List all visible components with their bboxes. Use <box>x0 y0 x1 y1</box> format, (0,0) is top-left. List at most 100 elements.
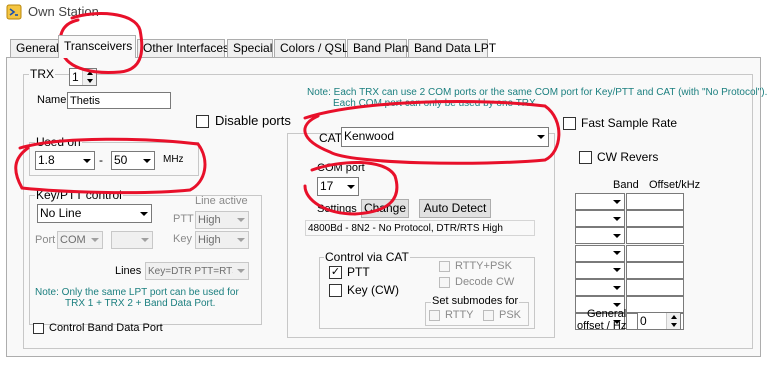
offset-row-input[interactable] <box>626 193 684 210</box>
band-row-select[interactable] <box>575 193 625 210</box>
spin-down-icon[interactable] <box>667 321 680 329</box>
key-cw-via-cat-checkbox[interactable] <box>329 284 342 297</box>
title-bar: Own Station <box>0 0 773 24</box>
key-level-value: High <box>198 234 221 246</box>
chevron-down-icon[interactable] <box>609 280 624 295</box>
chevron-down-icon[interactable] <box>136 205 151 222</box>
ptt-via-cat-label: PTT <box>347 265 370 279</box>
rtty-submode-label: RTTY <box>445 309 474 321</box>
tab-colors-qsl[interactable]: Colors / QSL <box>274 39 349 57</box>
offset-row-input[interactable] <box>626 210 684 228</box>
chevron-down-icon[interactable] <box>609 211 624 227</box>
general-offset-value: 0 <box>640 314 647 328</box>
general-offset-label-line2: offset / Hz <box>577 320 627 332</box>
cw-revers-checkbox[interactable] <box>579 151 592 164</box>
port-type-value: COM <box>60 234 86 246</box>
chevron-down-icon[interactable] <box>233 212 248 228</box>
trx-number-value: 1 <box>72 70 79 84</box>
trx-name-input[interactable]: Thetis <box>67 92 171 109</box>
trx-spinner-buttons[interactable] <box>82 69 96 85</box>
rtty-submode-checkbox[interactable] <box>429 310 440 321</box>
tab-band-data-lpt[interactable]: Band Data LPT <box>408 39 496 57</box>
general-offset-spinner-buttons[interactable] <box>666 313 680 329</box>
offset-row-input[interactable] <box>626 296 684 314</box>
band-row-select[interactable] <box>575 261 625 279</box>
used-on-to-value: 50 <box>114 153 128 167</box>
key-ptt-mode-select[interactable]: No Line <box>37 204 152 223</box>
lpt-note-line2: TRX 1 + TRX 2 + Band Data Port. <box>65 298 216 309</box>
offset-row-input[interactable] <box>626 261 684 279</box>
disable-ports-label: Disable ports <box>215 113 291 128</box>
key-ptt-mode-value: No Line <box>40 206 82 220</box>
chevron-down-icon[interactable] <box>137 232 152 248</box>
psk-submode-label: PSK <box>499 309 522 321</box>
chevron-down-icon[interactable] <box>79 152 94 169</box>
control-band-data-port-label: Control Band Data Port <box>49 322 163 334</box>
cat-protocol-select[interactable]: Kenwood <box>341 127 549 147</box>
chevron-down-icon[interactable] <box>533 128 548 146</box>
port-type-select[interactable]: COM <box>57 231 103 249</box>
line-active-label: Line active <box>195 195 248 207</box>
band-row-select[interactable] <box>575 244 625 262</box>
offset-row-input[interactable] <box>626 279 684 296</box>
used-on-unit: MHz <box>163 154 184 165</box>
disable-ports-checkbox[interactable] <box>196 115 209 128</box>
com-port-select[interactable]: 17 <box>317 177 359 196</box>
psk-submode-checkbox[interactable] <box>483 310 494 321</box>
rtty-psk-label: RTTY+PSK <box>455 260 512 272</box>
com-port-value: 17 <box>320 179 334 193</box>
spin-up-icon[interactable] <box>667 313 680 321</box>
port-label: Port <box>35 234 56 246</box>
chevron-down-icon[interactable] <box>233 263 248 279</box>
ptt-level-value: High <box>198 214 221 226</box>
chevron-down-icon[interactable] <box>609 228 624 244</box>
offset-row-input[interactable] <box>626 227 684 245</box>
tab-transceivers[interactable]: Transceivers <box>58 35 136 58</box>
lines-value: Key=DTR PTT=RTS <box>148 266 239 277</box>
change-settings-button[interactable]: Change <box>361 199 409 218</box>
lines-select[interactable]: Key=DTR PTT=RTS <box>145 262 249 280</box>
key-ptt-label: Key/PTT control <box>35 188 123 202</box>
ptt-level-label: PTT <box>173 213 194 225</box>
band-row-select[interactable] <box>575 227 625 245</box>
chevron-down-icon[interactable] <box>87 232 102 248</box>
spin-up-icon[interactable] <box>83 69 96 77</box>
decode-cw-label: Decode CW <box>455 276 515 288</box>
chevron-down-icon[interactable] <box>609 262 624 278</box>
auto-detect-button[interactable]: Auto Detect <box>419 199 491 218</box>
chevron-down-icon[interactable] <box>139 152 154 169</box>
tab-band-plan[interactable]: Band Plan <box>347 39 408 57</box>
used-on-from-value: 1.8 <box>38 153 55 167</box>
app-icon <box>6 4 22 20</box>
offset-row-input[interactable] <box>626 244 684 262</box>
rtty-psk-checkbox[interactable] <box>439 261 450 272</box>
ptt-level-select[interactable]: High <box>195 211 249 229</box>
decode-cw-checkbox[interactable] <box>439 277 450 288</box>
used-on-from-select[interactable]: 1.8 <box>35 151 95 170</box>
chevron-down-icon[interactable] <box>233 232 248 248</box>
used-on-to-select[interactable]: 50 <box>111 151 155 170</box>
band-row-select[interactable] <box>575 279 625 296</box>
general-offset-spinner[interactable]: 0 <box>637 312 681 330</box>
trx-number-spinner[interactable]: 1 <box>69 68 97 86</box>
com-port-label: COM port <box>317 162 365 174</box>
settings-label: Settings <box>317 203 357 215</box>
tab-special[interactable]: Special <box>227 39 273 57</box>
band-column-header: Band <box>613 179 639 191</box>
offset-column-header: Offset/kHz <box>649 179 701 191</box>
check-icon: ✓ <box>330 266 341 278</box>
fast-sample-rate-checkbox[interactable] <box>563 117 576 130</box>
trx-group-label: TRX <box>29 67 55 81</box>
control-band-data-port-checkbox[interactable] <box>33 323 44 334</box>
chevron-down-icon[interactable] <box>609 245 624 261</box>
fast-sample-rate-label: Fast Sample Rate <box>581 116 678 130</box>
tab-general[interactable]: General <box>10 39 60 57</box>
key-level-select[interactable]: High <box>195 231 249 249</box>
ptt-via-cat-checkbox[interactable]: ✓ <box>329 266 342 279</box>
spin-down-icon[interactable] <box>83 77 96 85</box>
chevron-down-icon[interactable] <box>609 194 624 209</box>
chevron-down-icon[interactable] <box>343 178 358 195</box>
band-row-select[interactable] <box>575 210 625 228</box>
port-number-select[interactable] <box>111 231 153 249</box>
tab-other-interfaces[interactable]: Other Interfaces <box>137 39 229 57</box>
